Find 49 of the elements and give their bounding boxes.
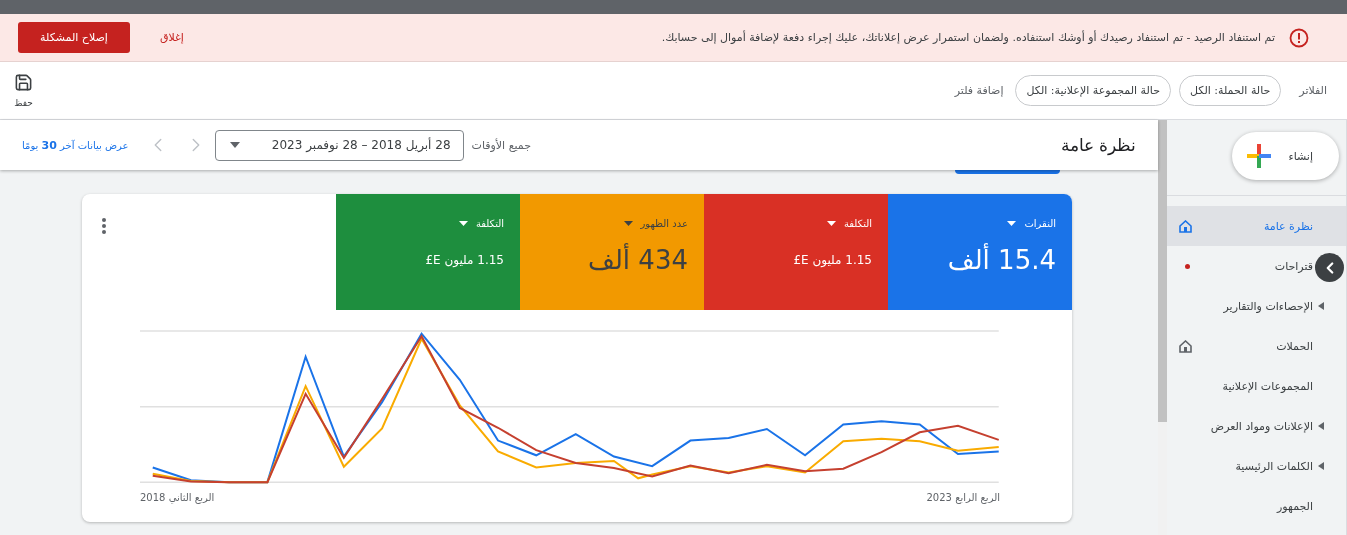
home-icon <box>1179 339 1192 353</box>
filter-chip[interactable]: حالة الحملة: الكل <box>1179 75 1282 106</box>
nav-item[interactable]: الجمهور <box>1167 486 1346 526</box>
metric-label: عدد الظهور <box>530 218 688 229</box>
date-range-field[interactable]: 28 أبريل 2018 – 28 نوفمبر 2023 <box>214 129 464 161</box>
caret-icon <box>1007 221 1017 226</box>
metric-label: التكلفة <box>714 218 872 229</box>
home-icon <box>1179 219 1192 233</box>
metric-value: 15.4 ألف <box>946 245 1056 275</box>
nav-item[interactable]: الكلمات الرئيسية <box>1167 446 1346 486</box>
error-icon <box>1289 27 1309 48</box>
filter-chip[interactable]: حالة المجموعة الإعلانية: الكل <box>1015 75 1171 106</box>
caret-icon <box>458 221 468 226</box>
page-title: نظرة عامة <box>1059 135 1136 155</box>
triangle-icon <box>1318 422 1324 430</box>
axis-label: الربع الثاني 2018 <box>140 492 215 503</box>
caret-icon <box>826 221 836 226</box>
create-button[interactable]: إنشاء <box>1232 132 1339 180</box>
metric-tile[interactable]: التكلفة 1.15 مليون E£ <box>704 194 888 310</box>
alert-message: تم استنفاد الرصيد - تم استنفاد رصيدك أو أوشك استنفاده. ولضمان استمرار عرض إعلاناتك، عليك إجراء دفعة لإضافة أموال إلى حسابك. <box>660 31 1275 44</box>
nav-item[interactable]: الحملات <box>1167 326 1346 366</box>
caret-icon <box>229 142 240 148</box>
nav-item[interactable]: المجموعات الإعلانية <box>1167 366 1346 406</box>
axis-label: الربع الرابع 2023 <box>926 492 1000 503</box>
collapse-button[interactable] <box>1315 253 1344 282</box>
fix-button[interactable]: إصلاح المشكلة <box>18 22 130 53</box>
nav-item[interactable]: نظرة عامة <box>1167 206 1346 246</box>
add-filter-link[interactable]: إضافة فلتر <box>41 84 1004 97</box>
caret-icon <box>623 221 633 226</box>
metric-value: 1.15 مليون E£ <box>424 253 504 267</box>
filters-label: الفلاتر <box>1299 84 1327 97</box>
triangle-icon <box>1318 302 1324 310</box>
nav-item[interactable]: الإعلانات ومواد العرض <box>1167 406 1346 446</box>
nav-item[interactable]: الإحصاءات والتقارير <box>1167 286 1346 326</box>
range-label: جميع الأوقات <box>471 138 531 152</box>
triangle-icon <box>1318 462 1324 470</box>
more-icon <box>102 218 106 234</box>
metric-value: 434 ألف <box>587 245 688 275</box>
metric-tile[interactable]: عدد الظهور 434 ألف <box>520 194 704 310</box>
metric-value: 1.15 مليون E£ <box>792 253 872 267</box>
metric-label: التكلفة <box>346 218 504 229</box>
metric-label: النقرات <box>898 218 1056 229</box>
dismiss-link[interactable]: إغلاق <box>160 31 184 44</box>
nav-item[interactable]: قتراحات <box>1167 246 1346 286</box>
plus-icon <box>1246 144 1271 168</box>
metric-tile[interactable]: النقرات 15.4 ألف <box>888 194 1072 310</box>
save-button[interactable]: حفظ <box>14 73 33 108</box>
save-icon <box>14 73 33 92</box>
metric-tile[interactable]: التكلفة 1.15 مليون E£ <box>336 194 520 310</box>
